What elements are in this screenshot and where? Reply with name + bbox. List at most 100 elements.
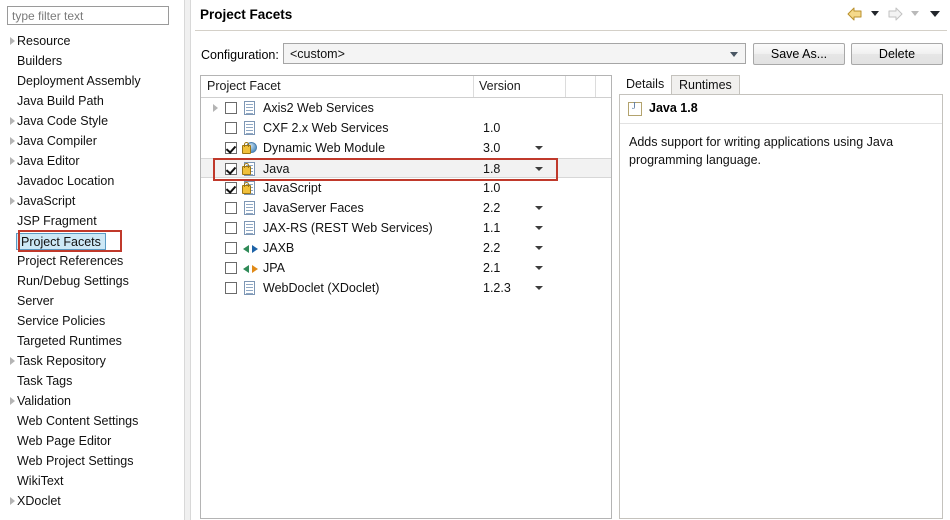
version-dropdown-icon[interactable] <box>535 146 543 150</box>
table-row[interactable]: WebDoclet (XDoclet) 1.2.3 <box>201 278 611 298</box>
table-row[interactable]: CXF 2.x Web Services 1.0 <box>201 118 611 138</box>
delete-button[interactable]: Delete <box>851 43 943 65</box>
sidebar-item-jsp-fragment[interactable]: JSP Fragment <box>0 211 184 231</box>
facet-checkbox[interactable] <box>225 242 237 254</box>
facet-version: 1.8 <box>483 162 501 176</box>
table-row[interactable]: JAXB 2.2 <box>201 238 611 258</box>
facet-checkbox[interactable] <box>225 182 237 194</box>
sidebar-item-web-page-editor[interactable]: Web Page Editor <box>0 431 184 451</box>
facet-checkbox[interactable] <box>225 122 237 134</box>
lock-icon <box>242 142 251 154</box>
version-dropdown-icon[interactable] <box>535 286 543 290</box>
sidebar-item-label: Targeted Runtimes <box>17 334 122 348</box>
tab-details[interactable]: Details <box>619 75 672 94</box>
facet-checkbox[interactable] <box>225 142 237 154</box>
column-divider[interactable] <box>473 76 474 97</box>
expand-arrow-icon[interactable] <box>10 37 15 45</box>
expand-arrow-icon[interactable] <box>213 104 218 112</box>
sidebar-item-label: Java Editor <box>17 154 80 168</box>
filter-input[interactable] <box>8 7 168 24</box>
table-row[interactable]: Java 1.8 <box>201 158 611 178</box>
version-dropdown-icon[interactable] <box>535 167 543 171</box>
version-dropdown-icon[interactable] <box>535 206 543 210</box>
back-arrow-icon[interactable] <box>846 5 863 22</box>
sidebar-item-label: Task Tags <box>17 374 73 388</box>
sidebar-splitter[interactable] <box>184 0 191 520</box>
expand-arrow-icon[interactable] <box>10 117 15 125</box>
sidebar-item-web-project-settings[interactable]: Web Project Settings <box>0 451 184 471</box>
table-row[interactable]: JavaServer Faces 2.2 <box>201 198 611 218</box>
sidebar-item-java-code-style[interactable]: Java Code Style <box>0 111 184 131</box>
facet-checkbox[interactable] <box>225 102 237 114</box>
expand-arrow-icon[interactable] <box>10 197 15 205</box>
tab-runtimes[interactable]: Runtimes <box>671 75 740 94</box>
table-row[interactable]: JAX-RS (REST Web Services) 1.1 <box>201 218 611 238</box>
sidebar-item-javascript[interactable]: JavaScript <box>0 191 184 211</box>
page-title: Project Facets <box>200 7 293 22</box>
column-header-project-facet[interactable]: Project Facet <box>207 79 281 93</box>
facet-checkbox[interactable] <box>225 222 237 234</box>
binding-arrows-icon <box>243 241 258 256</box>
facet-checkbox[interactable] <box>225 282 237 294</box>
sidebar-item-label: Web Project Settings <box>17 454 134 468</box>
document-icon <box>243 101 258 116</box>
expand-arrow-icon[interactable] <box>10 157 15 165</box>
sidebar-item-web-content-settings[interactable]: Web Content Settings <box>0 411 184 431</box>
sidebar-item-resource[interactable]: Resource <box>0 31 184 51</box>
facet-version: 2.2 <box>483 201 501 215</box>
facet-name: JavaServer Faces <box>263 201 364 215</box>
version-dropdown-icon[interactable] <box>535 226 543 230</box>
sidebar-item-project-facets[interactable]: Project Facets <box>0 231 184 251</box>
sidebar-item-xdoclet[interactable]: XDoclet <box>0 491 184 511</box>
lock-icon <box>242 182 251 194</box>
save-as-button[interactable]: Save As... <box>753 43 845 65</box>
sidebar-item-java-build-path[interactable]: Java Build Path <box>0 91 184 111</box>
column-divider[interactable] <box>595 76 596 97</box>
sidebar-item-label: JSP Fragment <box>17 214 97 228</box>
facet-version: 2.2 <box>483 241 501 255</box>
table-row[interactable]: JPA 2.1 <box>201 258 611 278</box>
sidebar-item-service-policies[interactable]: Service Policies <box>0 311 184 331</box>
document-icon <box>243 121 258 136</box>
sidebar-item-builders[interactable]: Builders <box>0 51 184 71</box>
filter-text-box[interactable] <box>7 6 169 25</box>
document-icon <box>243 201 258 216</box>
sidebar-item-label: XDoclet <box>17 494 61 508</box>
sidebar-item-run-debug-settings[interactable]: Run/Debug Settings <box>0 271 184 291</box>
lock-icon <box>242 163 251 175</box>
facet-version: 1.2.3 <box>483 281 511 295</box>
column-divider[interactable] <box>565 76 566 97</box>
sidebar-item-task-tags[interactable]: Task Tags <box>0 371 184 391</box>
sidebar-item-java-editor[interactable]: Java Editor <box>0 151 184 171</box>
sidebar-item-java-compiler[interactable]: Java Compiler <box>0 131 184 151</box>
expand-arrow-icon[interactable] <box>10 357 15 365</box>
expand-arrow-icon[interactable] <box>10 497 15 505</box>
sidebar-item-validation[interactable]: Validation <box>0 391 184 411</box>
sidebar-item-wikitext[interactable]: WikiText <box>0 471 184 491</box>
forward-dropdown-icon <box>906 5 923 22</box>
facet-checkbox[interactable] <box>225 202 237 214</box>
sidebar-item-server[interactable]: Server <box>0 291 184 311</box>
sidebar-item-deployment-assembly[interactable]: Deployment Assembly <box>0 71 184 91</box>
table-row[interactable]: Axis2 Web Services <box>201 98 611 118</box>
version-dropdown-icon[interactable] <box>535 246 543 250</box>
expand-arrow-icon[interactable] <box>10 397 15 405</box>
configuration-combo[interactable]: <custom> <box>283 43 746 64</box>
table-row[interactable]: Dynamic Web Module 3.0 <box>201 138 611 158</box>
sidebar-item-project-references[interactable]: Project References <box>0 251 184 271</box>
expand-arrow-icon[interactable] <box>10 137 15 145</box>
facet-checkbox[interactable] <box>225 163 237 175</box>
back-dropdown-icon[interactable] <box>866 5 883 22</box>
menu-dropdown-icon[interactable] <box>926 5 943 22</box>
table-row[interactable]: JavaScript 1.0 <box>201 178 611 198</box>
facet-checkbox[interactable] <box>225 262 237 274</box>
sidebar-item-task-repository[interactable]: Task Repository <box>0 351 184 371</box>
forward-arrow-icon <box>886 5 903 22</box>
sidebar-item-javadoc-location[interactable]: Javadoc Location <box>0 171 184 191</box>
version-dropdown-icon[interactable] <box>535 266 543 270</box>
sidebar-item-targeted-runtimes[interactable]: Targeted Runtimes <box>0 331 184 351</box>
sidebar-item-label: Builders <box>17 54 63 68</box>
facet-version: 3.0 <box>483 141 501 155</box>
column-header-version[interactable]: Version <box>479 79 521 93</box>
sidebar-item-label: Web Page Editor <box>17 434 112 448</box>
